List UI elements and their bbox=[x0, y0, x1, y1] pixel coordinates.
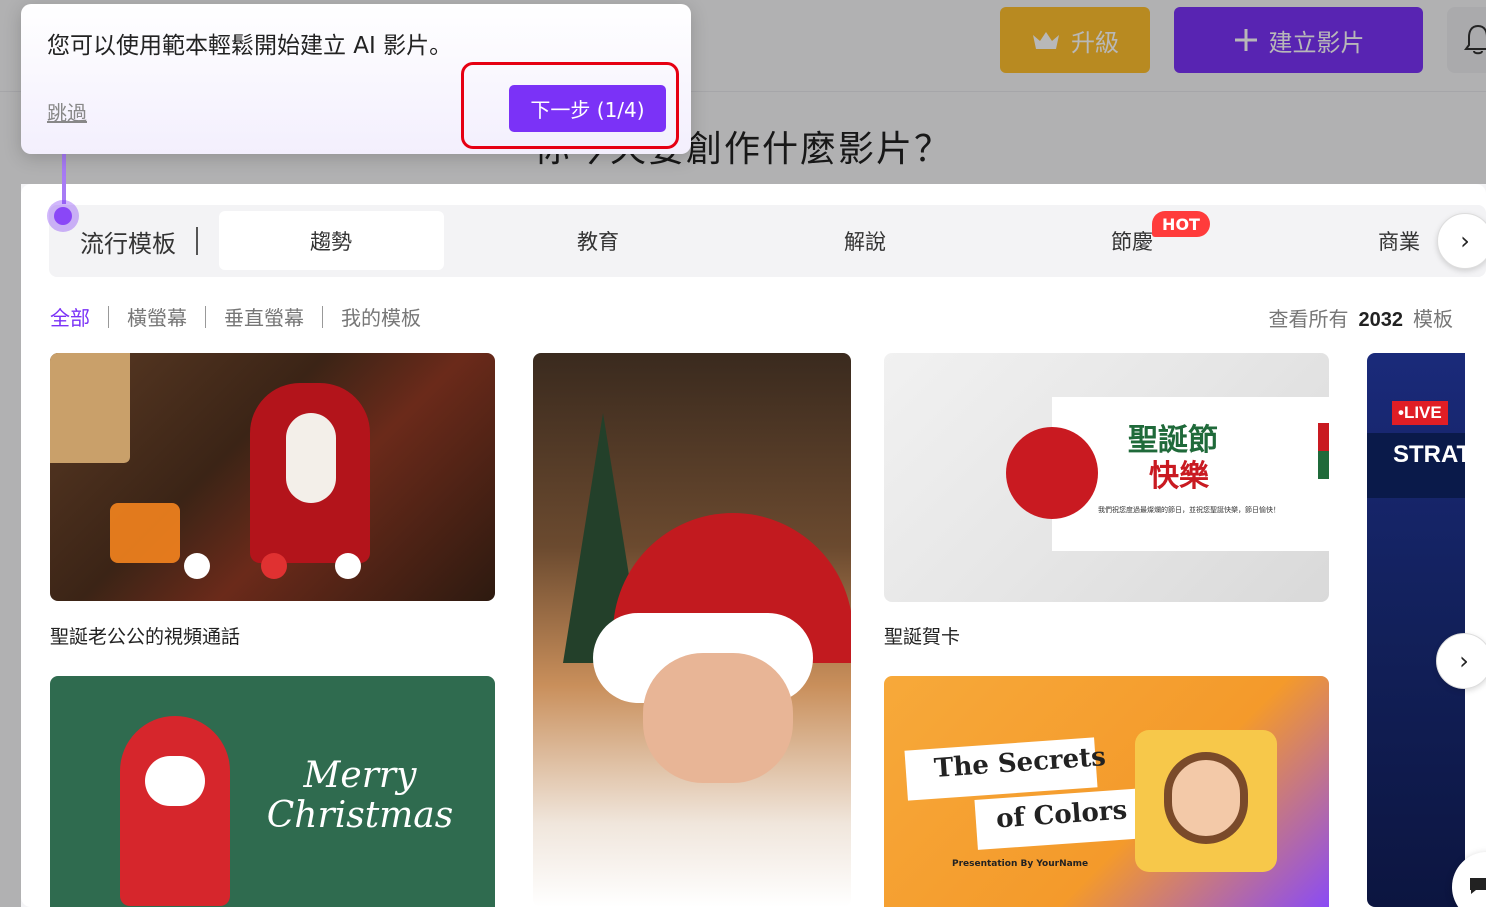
live-headline: STRATE bbox=[1393, 441, 1465, 468]
view-all-link[interactable]: 查看所有 2032 模板 bbox=[1269, 303, 1454, 332]
template-card-live-news[interactable]: •LIVE STRATE bbox=[1367, 353, 1465, 907]
chevron-right-icon: › bbox=[1460, 227, 1470, 255]
tour-message: 您可以使用範本輕鬆開始建立 AI 影片。 bbox=[47, 33, 453, 59]
greeting-heading-2: 快樂 bbox=[1149, 459, 1209, 494]
template-card-santa-portrait[interactable] bbox=[533, 353, 851, 907]
filter-divider bbox=[322, 305, 323, 328]
santa-beard bbox=[145, 756, 205, 806]
tab-explainer[interactable]: 解說 bbox=[815, 226, 915, 256]
flag-stripe bbox=[1318, 423, 1329, 479]
santa-figure bbox=[120, 716, 230, 906]
view-all-prefix: 查看所有 bbox=[1268, 307, 1349, 331]
santa-avatar bbox=[1006, 427, 1098, 519]
filter-all[interactable]: 全部 bbox=[50, 302, 90, 331]
fireplace-fire bbox=[110, 503, 180, 563]
chat-icon bbox=[1470, 878, 1486, 894]
greeting-caption: 我們祝您度過最燦爛的節日，並祝您聖誕快樂，節日愉快！ bbox=[1098, 506, 1280, 514]
tab-business[interactable]: 商業 bbox=[1349, 226, 1449, 256]
template-count: 2032 bbox=[1358, 309, 1404, 331]
template-card-santa-video-call[interactable] bbox=[50, 353, 495, 601]
view-all-suffix: 模板 bbox=[1413, 307, 1453, 331]
tabs-next-button[interactable]: › bbox=[1437, 213, 1486, 269]
hang-up-icon bbox=[261, 553, 287, 579]
tour-anchor-dot bbox=[47, 200, 79, 232]
tab-education[interactable]: 教育 bbox=[548, 226, 648, 256]
merry-christmas-text: Merry Christmas bbox=[266, 755, 454, 836]
chevron-right-icon: › bbox=[1459, 647, 1469, 675]
santa-face bbox=[643, 653, 793, 783]
card-title: 聖誕賀卡 bbox=[884, 626, 961, 648]
tour-connector-line bbox=[62, 154, 66, 204]
mute-mic-icon bbox=[335, 553, 361, 579]
santa-beard bbox=[286, 413, 336, 503]
highlight-outline bbox=[461, 62, 679, 149]
cards-next-button[interactable]: › bbox=[1436, 633, 1486, 689]
colors-credit: Presentation By YourName bbox=[952, 859, 1089, 869]
girl-illustration bbox=[1164, 752, 1248, 844]
filter-my-templates[interactable]: 我的模板 bbox=[341, 302, 421, 331]
hot-badge: HOT bbox=[1152, 211, 1210, 237]
caller-thumbnail bbox=[50, 353, 130, 463]
orientation-filter: 全部 橫螢幕 垂直螢幕 我的模板 bbox=[50, 302, 421, 331]
live-badge: •LIVE bbox=[1392, 401, 1448, 425]
filter-landscape[interactable]: 橫螢幕 bbox=[127, 302, 187, 331]
skip-tour-link[interactable]: 跳過 bbox=[47, 97, 87, 126]
camera-icon bbox=[184, 553, 210, 579]
filter-divider bbox=[205, 305, 206, 328]
card-title: 聖誕老公公的視頻通話 bbox=[50, 626, 241, 648]
popular-templates-label: 流行模板 bbox=[80, 230, 176, 258]
tab-trending[interactable]: 趨勢 bbox=[281, 226, 381, 256]
template-card-secrets-of-colors[interactable]: The Secrets of Colors Presentation By Yo… bbox=[884, 676, 1329, 907]
tab-divider bbox=[196, 227, 198, 255]
template-card-merry-christmas[interactable]: Merry Christmas bbox=[50, 676, 495, 907]
filter-divider bbox=[108, 305, 109, 328]
filter-portrait[interactable]: 垂直螢幕 bbox=[224, 302, 304, 331]
template-card-christmas-greeting[interactable]: 聖誕節 快樂 我們祝您度過最燦爛的節日，並祝您聖誕快樂，節日愉快！ bbox=[884, 353, 1329, 602]
